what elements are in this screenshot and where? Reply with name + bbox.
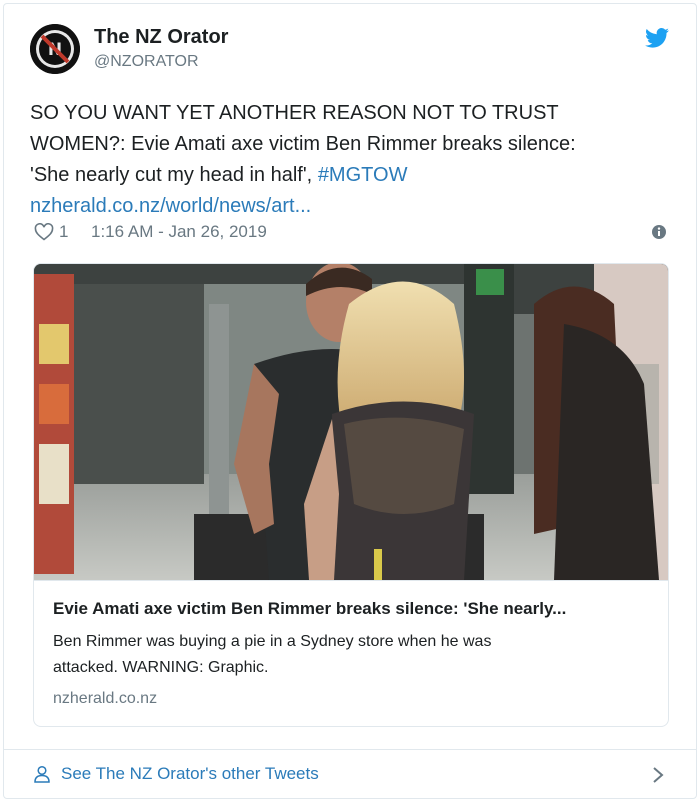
article-title[interactable]: Evie Amati axe victim Ben Rimmer breaks … (53, 599, 653, 619)
tweet-text: SO YOU WANT YET ANOTHER REASON NOT TO TR… (30, 98, 670, 222)
see-other-tweets-label[interactable]: See The NZ Orator's other Tweets (61, 764, 319, 784)
tweet-text-fragment: 'She nearly cut my head in half', (30, 164, 313, 186)
tweet-timestamp[interactable]: 1:16 AM - Jan 26, 2019 (91, 222, 267, 242)
tweet-meta: 1 1:16 AM - Jan 26, 2019 (34, 221, 674, 247)
info-icon[interactable] (651, 224, 667, 240)
person-icon (34, 765, 50, 783)
twitter-bird-icon[interactable] (645, 28, 669, 48)
tweet-text-line: 'She nearly cut my head in half', #MGTOW (30, 160, 670, 191)
author-avatar[interactable]: N (30, 24, 80, 74)
footer-divider (4, 749, 696, 750)
nz-orator-logo-icon: N (30, 24, 80, 74)
article-photo[interactable] (34, 264, 668, 580)
like-count[interactable]: 1 (59, 222, 68, 242)
tweet-text-line: SO YOU WANT YET ANOTHER REASON NOT TO TR… (30, 102, 559, 124)
tweet-text-line: WOMEN?: Evie Amati axe victim Ben Rimmer… (30, 133, 576, 155)
link-preview-card[interactable]: Evie Amati axe victim Ben Rimmer breaks … (33, 263, 669, 727)
heart-icon[interactable] (34, 223, 54, 241)
tweet-header: N The NZ Orator @NZORATOR (27, 24, 672, 84)
link-card-body[interactable]: Evie Amati axe victim Ben Rimmer breaks … (34, 580, 668, 726)
hashtag-link[interactable]: #MGTOW (318, 164, 408, 186)
store-scene-image (34, 264, 668, 580)
see-other-tweets-link[interactable]: See The NZ Orator's other Tweets (33, 762, 669, 788)
article-description: Ben Rimmer was buying a pie in a Sydney … (53, 629, 653, 681)
author-name[interactable]: The NZ Orator (94, 26, 228, 49)
author-handle[interactable]: @NZORATOR (94, 53, 199, 71)
article-domain: nzherald.co.nz (53, 690, 158, 707)
chevron-right-icon[interactable] (651, 766, 665, 784)
article-url-link[interactable]: nzherald.co.nz/world/news/art... (30, 191, 670, 222)
description-line: Ben Rimmer was buying a pie in a Sydney … (53, 633, 492, 650)
description-line: attacked. WARNING: Graphic. (53, 659, 269, 676)
